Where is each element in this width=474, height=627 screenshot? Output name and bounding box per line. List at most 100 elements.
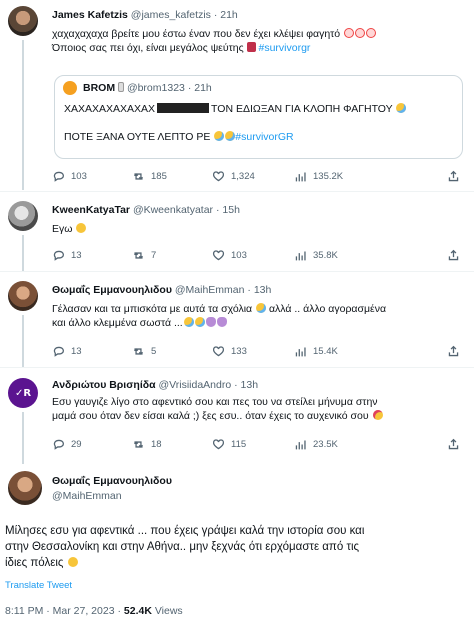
tweet-thomais-1[interactable]: Θωμαΐς Εμμανουηλιδου @MaihEmman · 13h Γέ… bbox=[0, 272, 474, 367]
share-button[interactable] bbox=[447, 345, 460, 358]
translate-tweet-link[interactable]: Translate Tweet bbox=[5, 580, 72, 591]
share-button[interactable] bbox=[447, 249, 460, 262]
tweet-timestamp-line: 8:11 PM · Mar 27, 2023 · 52.4K Views bbox=[5, 605, 183, 617]
avatar[interactable]: ✓R bbox=[8, 378, 38, 408]
separator-dot: · bbox=[187, 82, 192, 94]
tweet-actions: 13 7 103 35.8K bbox=[52, 249, 462, 265]
quote-hashtag[interactable]: #survivorGR bbox=[235, 131, 293, 143]
views-button[interactable]: 23.5K bbox=[294, 438, 338, 451]
like-button[interactable]: 115 bbox=[212, 438, 246, 451]
tweet-andriotou[interactable]: ✓R Ανδριώτου Βρισηίδα @VrisiidaAndro · 1… bbox=[0, 368, 474, 464]
retweet-button[interactable]: 18 bbox=[132, 438, 162, 451]
views-button[interactable]: 135.2K bbox=[294, 170, 343, 183]
reply-count: 13 bbox=[71, 250, 82, 261]
author-handle[interactable]: @MaihEmman bbox=[52, 490, 122, 502]
like-button[interactable]: 103 bbox=[212, 249, 247, 262]
tweet-date[interactable]: Mar 27, 2023 bbox=[53, 605, 115, 617]
share-icon bbox=[448, 438, 459, 450]
author-name[interactable]: Θωμαΐς Εμμανουηλιδου bbox=[52, 284, 172, 296]
tweet-text: χαχαχαχαχα βρείτε μου έστω έναν που δεν … bbox=[52, 27, 467, 55]
views-button[interactable]: 35.8K bbox=[294, 249, 338, 262]
tweet-time[interactable]: 8:11 PM bbox=[5, 605, 43, 617]
reply-button[interactable]: 13 bbox=[52, 249, 82, 262]
author-name[interactable]: Θωμαΐς Εμμανουηλιδου bbox=[52, 475, 172, 487]
tweet-james-kafetzis[interactable]: James Kafetzis @james_kafetzis · 21h χαχ… bbox=[0, 0, 474, 190]
tweet-actions: 103 185 1,324 135.2K bbox=[52, 170, 462, 186]
views-label: Views bbox=[154, 605, 183, 617]
retweet-button[interactable]: 7 bbox=[132, 249, 156, 262]
tweet-time[interactable]: 15h bbox=[222, 204, 240, 216]
tweet-text: Γέλασαν και τα μπισκότα με αυτά τα σχόλι… bbox=[52, 302, 467, 330]
tweet-time[interactable]: 13h bbox=[241, 379, 259, 391]
retweet-button[interactable]: 5 bbox=[132, 345, 156, 358]
author-handle[interactable]: @james_kafetzis bbox=[131, 9, 211, 21]
main-text-line: στην Θεσσαλονίκη και στην Αθήνα.. μην ξε… bbox=[5, 541, 360, 553]
hashtag-link[interactable]: #survivorgr bbox=[259, 42, 311, 54]
author-handle[interactable]: @MaihEmman bbox=[175, 284, 245, 296]
avatar[interactable] bbox=[8, 281, 38, 311]
main-author-name: Θωμαΐς Εμμανουηλιδου bbox=[52, 475, 172, 487]
tweet-actions: 29 18 115 23.5K bbox=[52, 438, 462, 454]
tweet-kweenkatyatar[interactable]: KweenKatyaTar @Kweenkatyatar · 15h Εγω 1… bbox=[0, 192, 474, 271]
tweet-text-line: Όποιος σας πει όχι, είναι μεγάλος ψεύτης bbox=[52, 42, 244, 54]
thread-line bbox=[22, 40, 24, 190]
clown-emoji-icon bbox=[344, 28, 355, 38]
retweet-icon bbox=[133, 348, 144, 355]
author-name[interactable]: Ανδριώτου Βρισηίδα bbox=[52, 379, 156, 391]
quoted-tweet[interactable]: BROM @brom1323 · 21h ΧΑΧΑΧΑΧΑΧΑΧΑΧ ΤΟΝ ΕΔ… bbox=[54, 75, 463, 159]
tweet-text-line: μαμά σου όταν δεν είσαι καλά ;) ξες εσυ.… bbox=[52, 410, 369, 422]
reply-button[interactable]: 103 bbox=[52, 170, 87, 183]
retweet-count: 18 bbox=[151, 439, 162, 450]
share-button[interactable] bbox=[447, 170, 460, 183]
like-count: 133 bbox=[231, 346, 247, 357]
quote-text: ΧΑΧΑΧΑΧΑΧΑΧΑΧ ΤΟΝ ΕΔΙΩΞΑΝ ΓΙΑ ΚΛΟΠΗ ΦΑΓΗΤ… bbox=[64, 102, 459, 144]
views-icon bbox=[295, 172, 306, 182]
quote-header: BROM @brom1323 · 21h bbox=[83, 82, 212, 94]
retweet-button[interactable]: 185 bbox=[132, 170, 167, 183]
quote-time: 21h bbox=[194, 82, 212, 94]
like-button[interactable]: 133 bbox=[212, 345, 247, 358]
smile-emoji-icon bbox=[76, 223, 87, 233]
avatar[interactable] bbox=[8, 471, 42, 505]
author-name[interactable]: KweenKatyaTar bbox=[52, 204, 130, 216]
wink-emoji-icon bbox=[67, 557, 78, 567]
tweet-text-line: χαχαχαχαχα βρείτε μου έστω έναν που δεν … bbox=[52, 28, 341, 40]
like-count: 1,324 bbox=[231, 171, 255, 182]
reply-icon bbox=[53, 250, 65, 261]
reply-button[interactable]: 13 bbox=[52, 345, 82, 358]
avatar[interactable] bbox=[8, 201, 38, 231]
main-author-handle: @MaihEmman bbox=[52, 490, 122, 502]
retweet-icon bbox=[133, 173, 144, 180]
kiss-emoji-icon bbox=[372, 410, 383, 420]
quote-author-handle: @brom1323 bbox=[126, 82, 185, 94]
author-handle[interactable]: @VrisiidaAndro bbox=[158, 379, 231, 391]
rofl-emoji-icon bbox=[225, 131, 236, 141]
tweet-time[interactable]: 21h bbox=[220, 9, 238, 21]
vr-logo-icon: ✓R bbox=[14, 387, 32, 399]
share-button[interactable] bbox=[447, 438, 460, 451]
reply-button[interactable]: 29 bbox=[52, 438, 82, 451]
like-count: 103 bbox=[231, 250, 247, 261]
retweet-count: 185 bbox=[151, 171, 167, 182]
heart-icon bbox=[212, 439, 225, 450]
retweet-icon bbox=[133, 441, 144, 448]
avatar[interactable] bbox=[8, 6, 38, 36]
separator-dot: · bbox=[117, 605, 121, 617]
separator-dot: · bbox=[234, 379, 238, 391]
tweet-time[interactable]: 13h bbox=[254, 284, 272, 296]
view-count: 52.4K bbox=[123, 605, 152, 617]
author-name[interactable]: James Kafetzis bbox=[52, 9, 128, 21]
thread-line bbox=[22, 412, 24, 464]
quote-avatar[interactable] bbox=[63, 81, 77, 95]
author-handle[interactable]: @Kweenkatyatar bbox=[133, 204, 213, 216]
facepalm-emoji-icon bbox=[205, 317, 216, 327]
reply-icon bbox=[53, 171, 65, 182]
facepalm-emoji-icon bbox=[216, 317, 227, 327]
retweet-count: 7 bbox=[151, 250, 157, 261]
heart-icon bbox=[212, 346, 225, 357]
reply-count: 103 bbox=[71, 171, 87, 182]
like-button[interactable]: 1,324 bbox=[212, 170, 255, 183]
share-icon bbox=[448, 345, 459, 357]
views-button[interactable]: 15.4K bbox=[294, 345, 338, 358]
tweet-header: KweenKatyaTar @Kweenkatyatar · 15h bbox=[52, 204, 240, 216]
